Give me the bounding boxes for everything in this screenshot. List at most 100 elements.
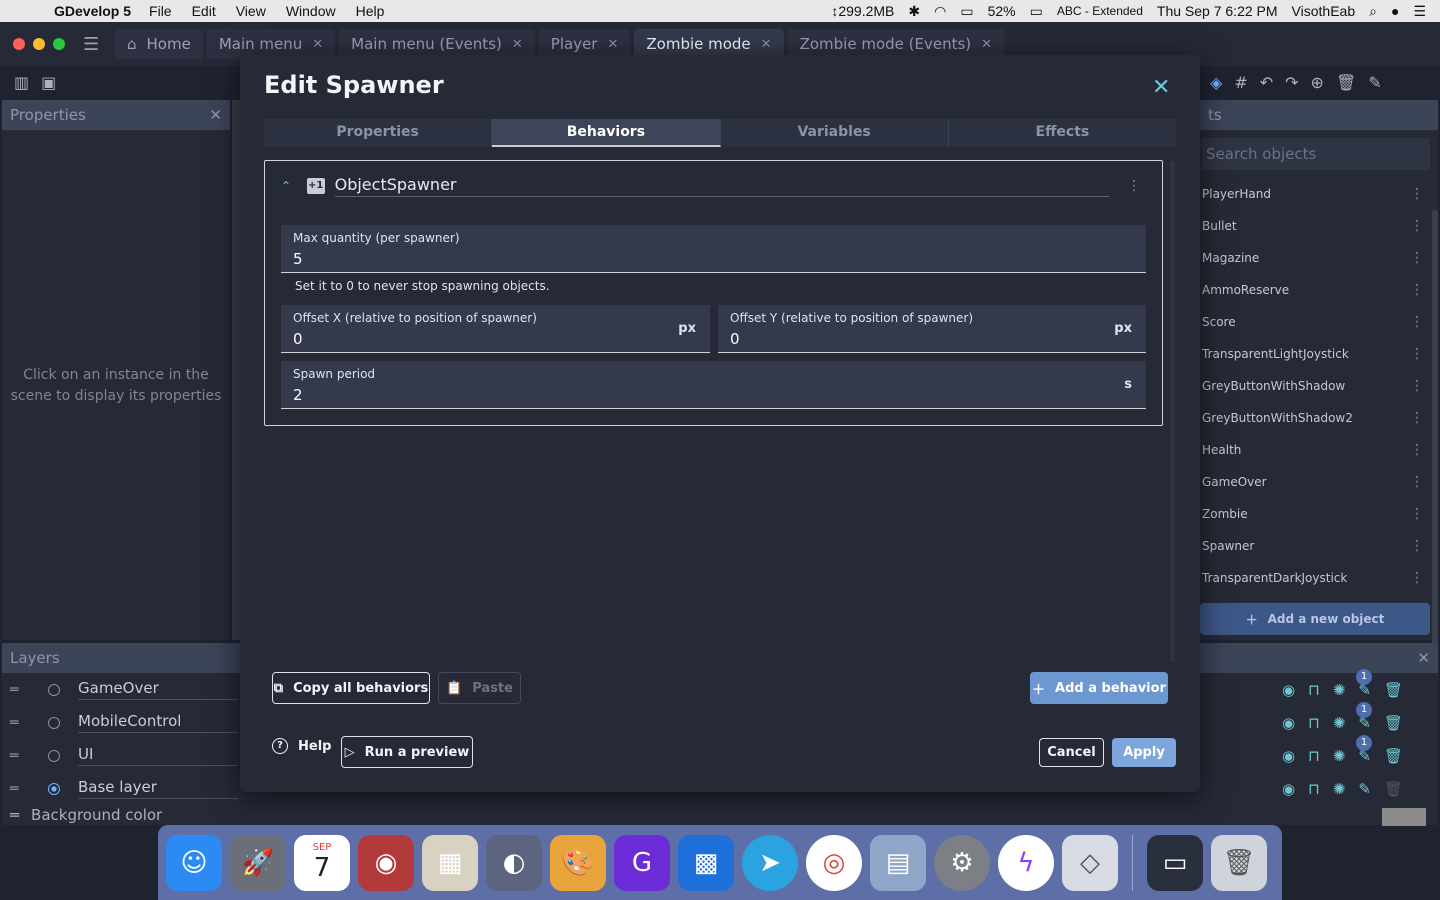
- field-value[interactable]: 0: [293, 330, 698, 348]
- trash-icon[interactable]: 🗑: [1211, 834, 1267, 891]
- dialog-scrollbar[interactable]: [1170, 161, 1175, 661]
- visibility-icon[interactable]: ◉: [1282, 780, 1295, 798]
- object-item[interactable]: GameOver ⋮: [1202, 466, 1424, 498]
- field-value[interactable]: 0: [730, 330, 1134, 348]
- object-item[interactable]: Zombie ⋮: [1202, 498, 1424, 530]
- lock-icon[interactable]: ⊓: [1308, 714, 1320, 732]
- copy-all-behaviors-button[interactable]: ⧉ Copy all behaviors: [272, 672, 430, 704]
- tab-variables[interactable]: Variables: [721, 119, 949, 147]
- more-icon[interactable]: ⋮: [1127, 178, 1141, 194]
- object-item[interactable]: Spawner ⋮: [1202, 530, 1424, 562]
- lighting-icon[interactable]: ✺: [1333, 681, 1346, 699]
- layer-radio[interactable]: [48, 782, 60, 795]
- photo-booth-icon[interactable]: ◉: [358, 834, 414, 891]
- panels-icon[interactable]: ▥: [14, 73, 29, 92]
- more-icon[interactable]: ⋮: [1410, 570, 1424, 586]
- calendar-icon[interactable]: SEP 7: [294, 834, 350, 891]
- visibility-icon[interactable]: ◉: [1282, 714, 1295, 732]
- layer-radio[interactable]: [48, 749, 60, 762]
- airplay-icon[interactable]: ▭: [960, 3, 973, 20]
- object-item[interactable]: AmmoReserve ⋮: [1202, 274, 1424, 306]
- background-color-swatch[interactable]: [1382, 808, 1426, 826]
- launchpad-icon[interactable]: 🚀: [230, 834, 286, 891]
- save-icon[interactable]: ▣: [41, 73, 56, 92]
- field-value[interactable]: 5: [293, 250, 1134, 268]
- blocks-icon[interactable]: ▩: [678, 834, 734, 891]
- field-value[interactable]: 2: [293, 386, 1134, 404]
- tab-behaviors[interactable]: Behaviors: [492, 119, 721, 147]
- close-tab-icon[interactable]: ✕: [761, 37, 772, 52]
- trash-icon[interactable]: 🗑: [1336, 73, 1356, 92]
- more-icon[interactable]: ⋮: [1410, 282, 1424, 298]
- lighting-icon[interactable]: ✺: [1333, 747, 1346, 765]
- panel-splitter[interactable]: [232, 100, 240, 640]
- more-icon[interactable]: ⋮: [1410, 506, 1424, 522]
- drag-handle-icon[interactable]: ═: [10, 781, 28, 797]
- close-panel-icon[interactable]: ✕: [1417, 649, 1430, 667]
- object-item[interactable]: Health ⋮: [1202, 434, 1424, 466]
- trash-icon[interactable]: 🗑: [1384, 714, 1403, 732]
- tab-properties[interactable]: Properties: [264, 119, 493, 147]
- edit-icon[interactable]: ✎: [1358, 780, 1371, 798]
- object-item[interactable]: PlayerHand ⋮: [1202, 178, 1424, 210]
- menu-edit[interactable]: Edit: [192, 3, 216, 19]
- input-source[interactable]: ABC - Extended: [1057, 4, 1143, 18]
- add-new-object-button[interactable]: ＋ Add a new object: [1200, 603, 1430, 635]
- menu-file[interactable]: File: [149, 3, 172, 19]
- trash-icon[interactable]: 🗑: [1384, 780, 1403, 798]
- search-objects-input[interactable]: Search objects: [1202, 138, 1430, 170]
- siri-icon[interactable]: ●: [1391, 3, 1399, 19]
- zoom-window-button[interactable]: [53, 38, 65, 50]
- behavior-name-field[interactable]: ObjectSpawner: [334, 175, 1109, 197]
- control-center-icon[interactable]: ☰: [1413, 3, 1426, 20]
- close-tab-icon[interactable]: ✕: [981, 37, 992, 52]
- gimp-icon[interactable]: ◐: [486, 834, 542, 891]
- object-item[interactable]: Magazine ⋮: [1202, 242, 1424, 274]
- object-item[interactable]: Score ⋮: [1202, 306, 1424, 338]
- minimized-window-icon[interactable]: ▭: [1147, 834, 1203, 891]
- telegram-icon[interactable]: ➤: [742, 834, 798, 891]
- more-icon[interactable]: ⋮: [1410, 378, 1424, 394]
- apply-button[interactable]: Apply: [1112, 738, 1176, 767]
- more-icon[interactable]: ⋮: [1410, 346, 1424, 362]
- layer-radio[interactable]: [48, 716, 60, 729]
- visibility-icon[interactable]: ◉: [1282, 747, 1295, 765]
- cancel-button[interactable]: Cancel: [1039, 738, 1104, 767]
- more-icon[interactable]: ⋮: [1410, 474, 1424, 490]
- edit-icon[interactable]: ✎: [1368, 73, 1381, 92]
- tab-home[interactable]: ⌂ Home: [115, 29, 203, 59]
- layers-icon[interactable]: ◈: [1210, 73, 1222, 92]
- object-item[interactable]: Bullet ⋮: [1202, 210, 1424, 242]
- app-menu[interactable]: GDevelop 5: [54, 3, 131, 19]
- close-tab-icon[interactable]: ✕: [512, 37, 523, 52]
- menu-view[interactable]: View: [236, 3, 266, 19]
- offset-y-field[interactable]: Offset Y (relative to position of spawne…: [718, 305, 1146, 353]
- menu-help[interactable]: Help: [356, 3, 385, 19]
- trash-icon[interactable]: 🗑: [1384, 681, 1403, 699]
- lighting-icon[interactable]: ✺: [1333, 780, 1346, 798]
- visibility-icon[interactable]: ◉: [1282, 681, 1295, 699]
- close-tab-icon[interactable]: ✕: [312, 37, 323, 52]
- drag-handle-icon[interactable]: ═: [10, 682, 28, 698]
- more-icon[interactable]: ⋮: [1410, 442, 1424, 458]
- user-name[interactable]: VisothEab: [1292, 3, 1356, 19]
- chevron-up-icon[interactable]: ⌃: [281, 179, 303, 193]
- memory-indicator[interactable]: ↕299.2MB: [831, 3, 894, 19]
- roblox-icon[interactable]: ◇: [1062, 834, 1118, 891]
- messenger-icon[interactable]: ϟ: [998, 834, 1054, 891]
- finder-icon[interactable]: ☺: [166, 834, 222, 891]
- layer-name[interactable]: GameOver: [78, 679, 238, 700]
- lighting-icon[interactable]: ✺: [1333, 714, 1346, 732]
- hamburger-menu-icon[interactable]: ☰: [83, 34, 101, 55]
- drag-handle-icon[interactable]: ═: [10, 715, 28, 731]
- clock[interactable]: Thu Sep 7 6:22 PM: [1157, 3, 1278, 19]
- add-behavior-button[interactable]: ＋ Add a behavior: [1030, 672, 1168, 704]
- more-icon[interactable]: ⋮: [1410, 186, 1424, 202]
- layer-name[interactable]: MobileControl: [78, 712, 238, 733]
- menu-window[interactable]: Window: [286, 3, 336, 19]
- lock-icon[interactable]: ⊓: [1308, 780, 1320, 798]
- object-item[interactable]: TransparentLightJoystick ⋮: [1202, 338, 1424, 370]
- background-color-row[interactable]: ═ Background color: [10, 806, 162, 824]
- offset-x-field[interactable]: Offset X (relative to position of spawne…: [281, 305, 710, 353]
- grid-icon[interactable]: #: [1234, 73, 1247, 92]
